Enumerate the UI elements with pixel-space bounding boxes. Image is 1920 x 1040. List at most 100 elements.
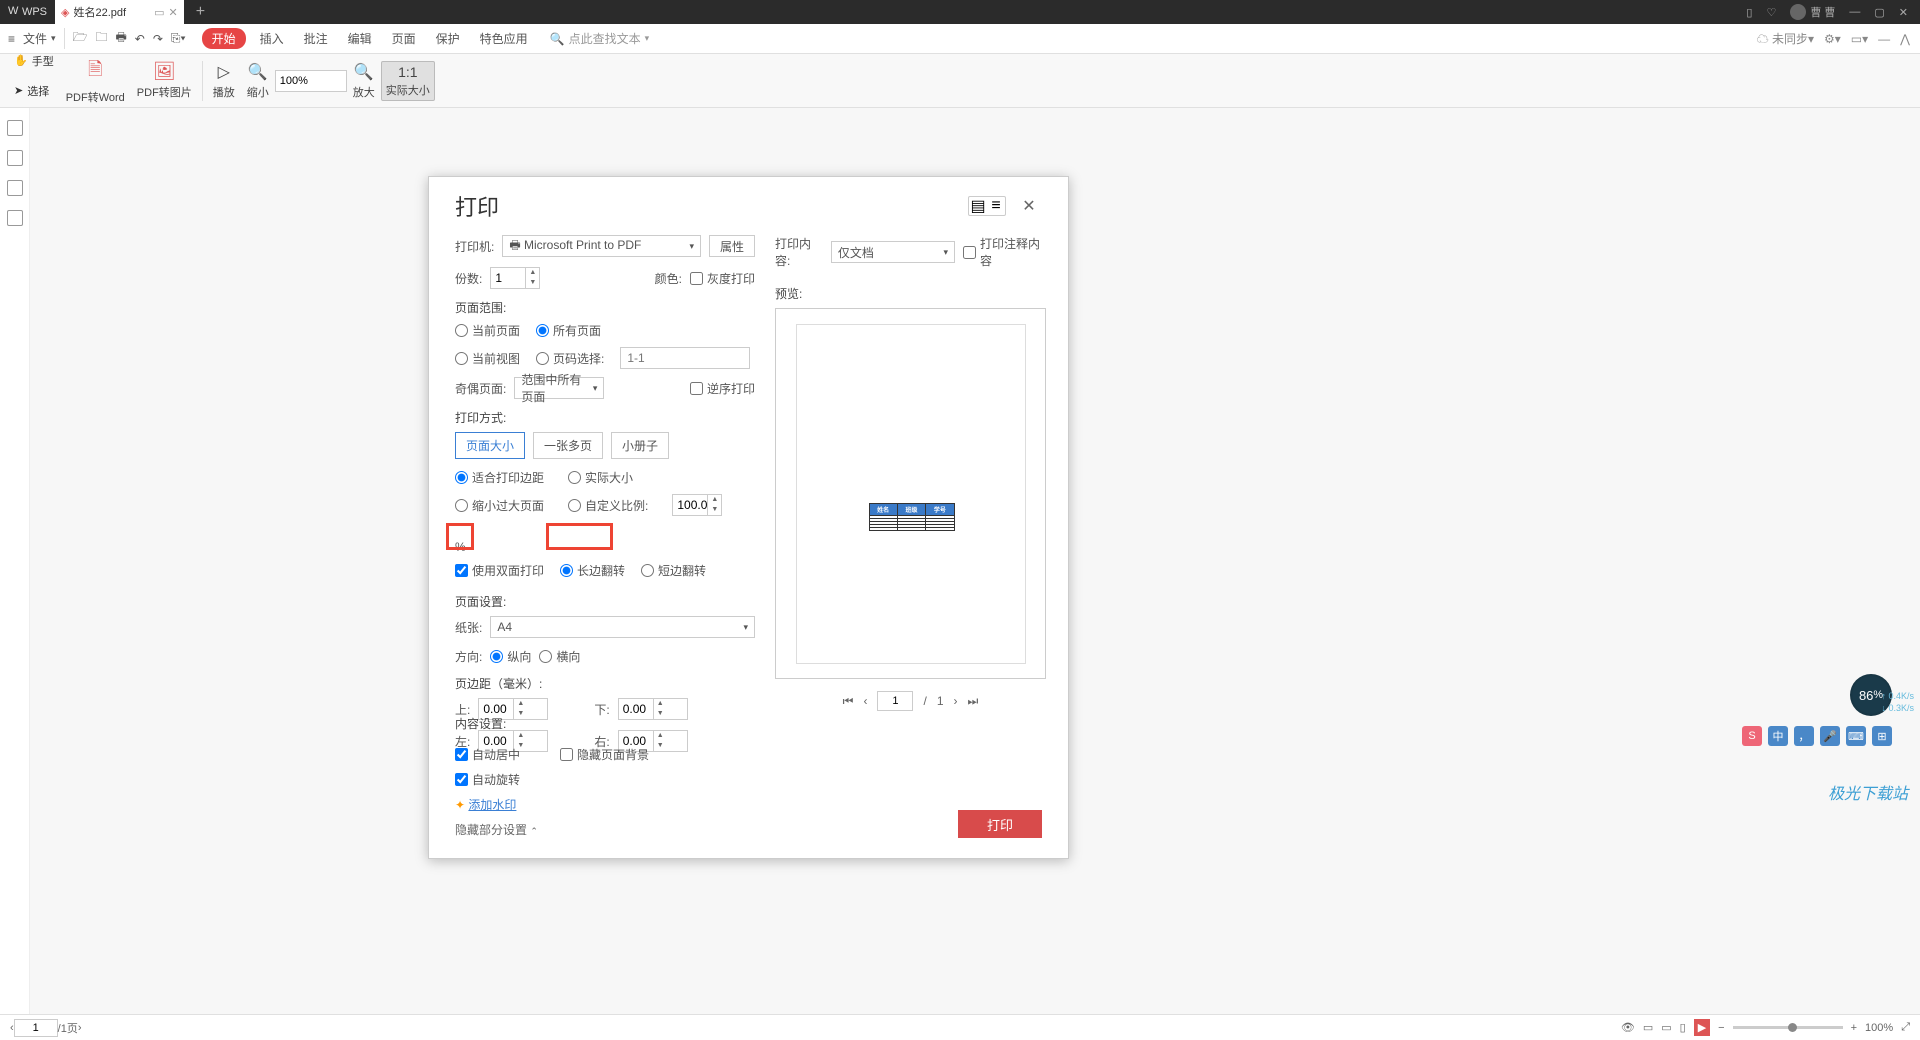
grayscale-checkbox[interactable]: 灰度打印 (690, 270, 755, 287)
radio-actual-size[interactable]: 实际大小 (568, 469, 633, 486)
start-tab[interactable]: 开始 (202, 28, 246, 49)
radio-current-page[interactable]: 当前页面 (455, 322, 520, 339)
tab-multi-page[interactable]: 一张多页 (533, 432, 603, 459)
ratio-input[interactable]: ▲▼ (672, 494, 722, 516)
reading-mode-icon[interactable]: 👁 (1621, 1021, 1635, 1034)
page-select-input[interactable] (620, 347, 750, 369)
workspace-icon[interactable]: ▯ (1746, 6, 1752, 19)
print-content-select[interactable]: 仅文档▾ (831, 241, 955, 263)
preview-page-input[interactable] (877, 691, 913, 711)
menu-insert[interactable]: 插入 (254, 30, 290, 47)
duplex-checkbox[interactable]: 使用双面打印 (455, 562, 544, 579)
reverse-print-checkbox[interactable]: 逆序打印 (690, 380, 755, 397)
radio-landscape[interactable]: 横向 (539, 648, 580, 665)
ime-punct-button[interactable]: ， (1794, 726, 1814, 746)
ime-tools-icon[interactable]: ⊞ (1872, 726, 1892, 746)
bookmark-panel-icon[interactable] (7, 150, 23, 166)
zoom-out-button[interactable]: 🔍缩小 (241, 62, 275, 100)
tab-page-size[interactable]: 页面大小 (455, 432, 525, 459)
pdf-to-word[interactable]: 🗎PDF转Word (60, 57, 131, 105)
print-icon[interactable]: 🖶 (115, 28, 126, 49)
skin-icon[interactable]: ▭▾ (1851, 32, 1868, 46)
menu-features[interactable]: 特色应用 (474, 30, 534, 47)
hand-tool[interactable]: ✋手型 (14, 53, 54, 69)
layout1-icon[interactable]: ▭ (1643, 1021, 1653, 1034)
zoom-slider[interactable] (1733, 1026, 1843, 1029)
radio-all-pages[interactable]: 所有页面 (536, 322, 601, 339)
nav-last-icon[interactable]: ⏭ (968, 694, 979, 709)
play-button[interactable]: ▷播放 (207, 62, 241, 100)
radio-fit-margin[interactable]: 适合打印边距 (455, 469, 544, 486)
radio-shrink-large[interactable]: 缩小过大页面 (455, 494, 544, 516)
radio-short-edge[interactable]: 短边翻转 (641, 562, 706, 579)
status-expand-icon[interactable]: ⤢ (1901, 1021, 1910, 1034)
auto-center-checkbox[interactable]: 自动居中 (455, 746, 520, 763)
status-next-icon[interactable]: › (78, 1022, 82, 1034)
pdf-to-image[interactable]: 🖼PDF转图片 (131, 61, 198, 100)
undo-icon[interactable]: ↶ (135, 32, 145, 46)
dialog-close-button[interactable]: ✕ (1016, 193, 1042, 219)
menu-edit[interactable]: 编辑 (342, 30, 378, 47)
paper-select[interactable]: A4▾ (490, 616, 755, 638)
zoom-in-button[interactable]: 🔍放大 (347, 62, 381, 100)
radio-long-edge[interactable]: 长边翻转 (560, 562, 625, 579)
print-annotations-checkbox[interactable]: 打印注释内容 (963, 235, 1046, 269)
thumbnail-panel-icon[interactable] (7, 120, 23, 136)
nav-first-icon[interactable]: ⏮ (843, 694, 854, 709)
view-list-icon[interactable]: ≡ (987, 197, 1005, 215)
open-icon[interactable]: 🗁 (73, 28, 88, 49)
redo-icon[interactable]: ↷ (153, 32, 163, 46)
user-avatar-icon[interactable]: 曹 曹 (1790, 4, 1835, 20)
search-box[interactable]: 🔍 点此查找文本▾ (542, 30, 658, 47)
printer-properties-button[interactable]: 属性 (709, 235, 755, 257)
tab-booklet[interactable]: 小册子 (611, 432, 669, 459)
collapse-icon[interactable]: — (1878, 32, 1890, 46)
copies-input[interactable]: ▲▼ (490, 267, 540, 289)
add-watermark-link[interactable]: ✦ 添加水印 (455, 796, 649, 813)
hide-background-checkbox[interactable]: 隐藏页面背景 (560, 746, 649, 763)
printer-select[interactable]: 🖶 Microsoft Print to PDF ▾ (502, 235, 701, 257)
view-detail-icon[interactable]: ▤ (969, 197, 987, 215)
save-icon[interactable]: 🗀 (95, 28, 107, 49)
radio-page-select[interactable]: 页码选择: (536, 347, 604, 369)
menu-annotate[interactable]: 批注 (298, 30, 334, 47)
ime-toolbar[interactable]: S 中 ， 🎤 ⌨ ⊞ (1742, 726, 1892, 746)
actual-size-button[interactable]: 1:1实际大小 (381, 61, 435, 101)
menu-protect[interactable]: 保护 (430, 30, 466, 47)
new-tab-button[interactable]: + (184, 0, 217, 24)
ime-lang-button[interactable]: 中 (1768, 726, 1788, 746)
zoom-value-input[interactable] (275, 70, 347, 92)
print-button[interactable]: 打印 (958, 810, 1042, 838)
window-maximize-icon[interactable]: ▢ (1874, 6, 1884, 19)
zoom-in-status-icon[interactable]: + (1851, 1022, 1857, 1034)
radio-portrait[interactable]: 纵向 (490, 648, 531, 665)
tab-close-icon[interactable]: ✕ (168, 6, 177, 19)
zoom-out-status-icon[interactable]: − (1718, 1022, 1724, 1034)
gear-icon[interactable]: ⚙▾ (1824, 32, 1841, 46)
ime-keyboard-icon[interactable]: ⌨ (1846, 726, 1866, 746)
oddeven-select[interactable]: 范围中所有页面▾ (514, 377, 604, 399)
window-close-icon[interactable]: ✕ (1899, 6, 1908, 19)
file-menu[interactable]: 文件▾ (23, 30, 56, 47)
ime-mic-icon[interactable]: 🎤 (1820, 726, 1840, 746)
ime-logo-icon[interactable]: S (1742, 726, 1762, 746)
window-minimize-icon[interactable]: — (1849, 6, 1860, 18)
layout2-icon[interactable]: ▭ (1661, 1021, 1671, 1034)
export-icon[interactable]: ⎘▾ (171, 31, 186, 46)
nav-next-icon[interactable]: › (954, 694, 958, 708)
sync-status[interactable]: ☁ 未同步▾ (1757, 30, 1814, 47)
signature-panel-icon[interactable] (7, 210, 23, 226)
menu-page[interactable]: 页面 (386, 30, 422, 47)
wps-home-tab[interactable]: W WPS (0, 0, 55, 24)
expand-icon[interactable]: ⋀ (1900, 32, 1910, 46)
radio-custom-ratio[interactable]: 自定义比例: (568, 494, 648, 516)
attachment-panel-icon[interactable] (7, 180, 23, 196)
auto-rotate-checkbox[interactable]: 自动旋转 (455, 771, 649, 788)
status-page-input[interactable] (14, 1019, 58, 1037)
nav-prev-icon[interactable]: ‹ (863, 694, 867, 708)
radio-current-view[interactable]: 当前视图 (455, 347, 520, 369)
hide-settings-link[interactable]: 隐藏部分设置 ⌃ (455, 821, 649, 838)
heart-icon[interactable]: ♡ (1766, 6, 1776, 19)
select-tool[interactable]: ➤选择 (14, 83, 54, 99)
fullscreen-icon[interactable]: ▶ (1694, 1019, 1710, 1036)
